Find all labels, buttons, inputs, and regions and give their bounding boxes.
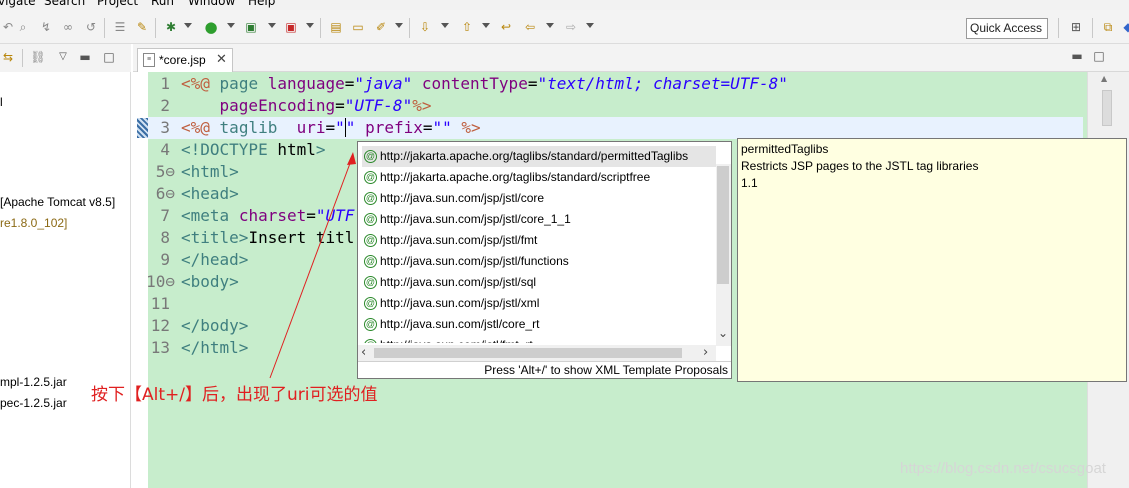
annotation-arrow [269, 152, 356, 379]
annotation-text: 按下【Alt+/】后，出现了uri可选的值 [91, 385, 378, 405]
watermark: https://blog.csdn.net/csucsgoat [900, 460, 1106, 477]
